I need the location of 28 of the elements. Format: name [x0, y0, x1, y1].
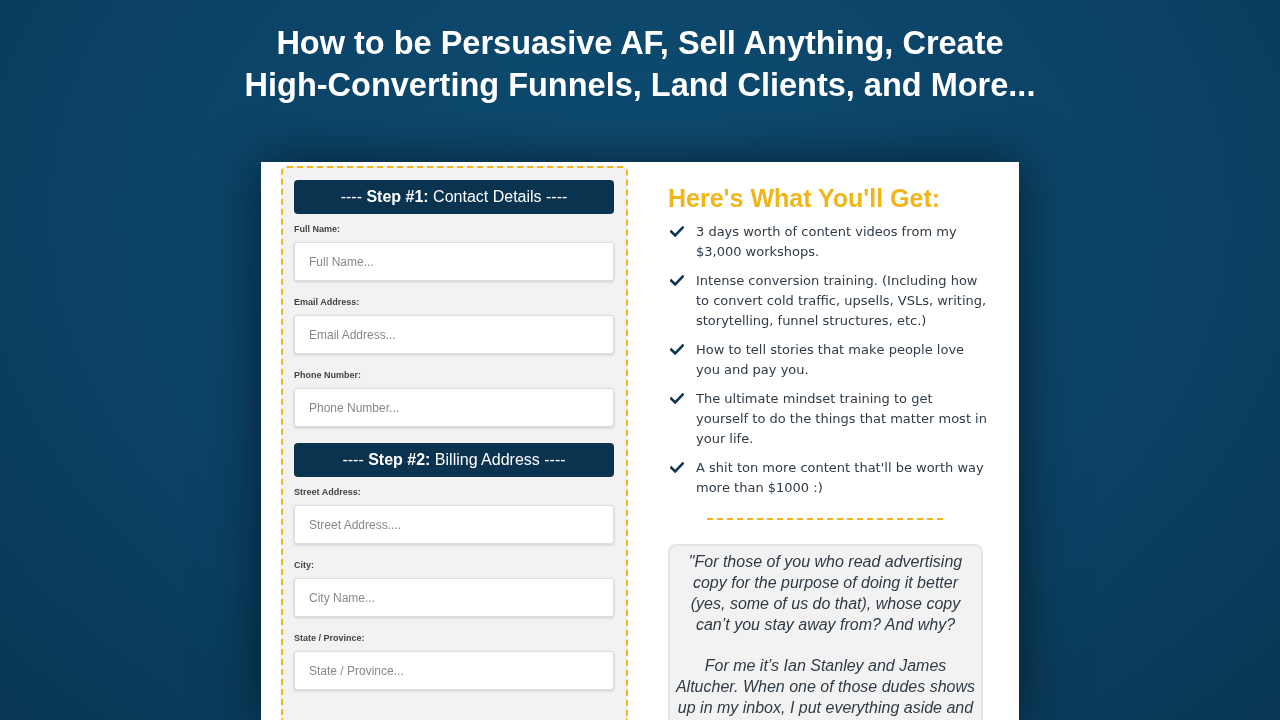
field-label: Phone Number:	[294, 370, 362, 381]
benefit-text: The ultimate mindset training to get yourself to do the things that matter most in your life.	[696, 390, 988, 448]
field-label: City:	[294, 560, 315, 571]
field-label: Street Address:	[294, 487, 362, 498]
benefit-text: 3 days worth of content videos from my $3,000 workshops.	[696, 223, 958, 261]
field-label: Full Name:	[294, 224, 341, 235]
field-label: Email Address:	[294, 297, 361, 308]
check-icon	[670, 344, 684, 355]
check-icon	[670, 226, 684, 237]
check-icon	[670, 462, 684, 473]
text-field[interactable]: Street Address....	[294, 505, 614, 544]
text-field[interactable]: Full Name...	[294, 242, 614, 281]
text-field[interactable]: City Name...	[294, 578, 614, 617]
step-heading: ---- Step #1: Contact Details ----	[294, 180, 614, 214]
field-label: State / Province:	[294, 633, 366, 644]
step-heading: ---- Step #2: Billing Address ----	[294, 443, 614, 477]
text-field[interactable]: Email Address...	[294, 315, 614, 354]
check-icon	[670, 275, 684, 286]
benefit-text: A shit ton more content that'll be worth way more than $1000 :)	[696, 459, 985, 497]
benefit-text: Intense conversion training. (Including how to convert cold traffic, upsells, VSLs, writing, storytelling, funnel structures, etc.)	[696, 272, 988, 330]
benefits-heading: Here's What You'll Get:	[668, 183, 941, 213]
check-icon	[670, 393, 684, 404]
text-field[interactable]: State / Province...	[294, 651, 614, 690]
benefit-text: How to tell stories that make people love you and pay you.	[696, 341, 966, 379]
page-headline: How to be Persuasive AF, Sell Anything, Create High-Converting Funnels, Land Clients, and More...	[243, 24, 1037, 105]
testimonial-text: For me it’s Ian Stanley and James Altucher. When one of those dudes shows up in my inbox, I put everything aside and	[674, 656, 977, 718]
text-field[interactable]: Phone Number...	[294, 388, 614, 427]
testimonial-text: "For those of you who read advertising copy for the purpose of doing it better (yes, some of us do that), whose copy can’t you stay away from? And why?	[687, 552, 964, 635]
